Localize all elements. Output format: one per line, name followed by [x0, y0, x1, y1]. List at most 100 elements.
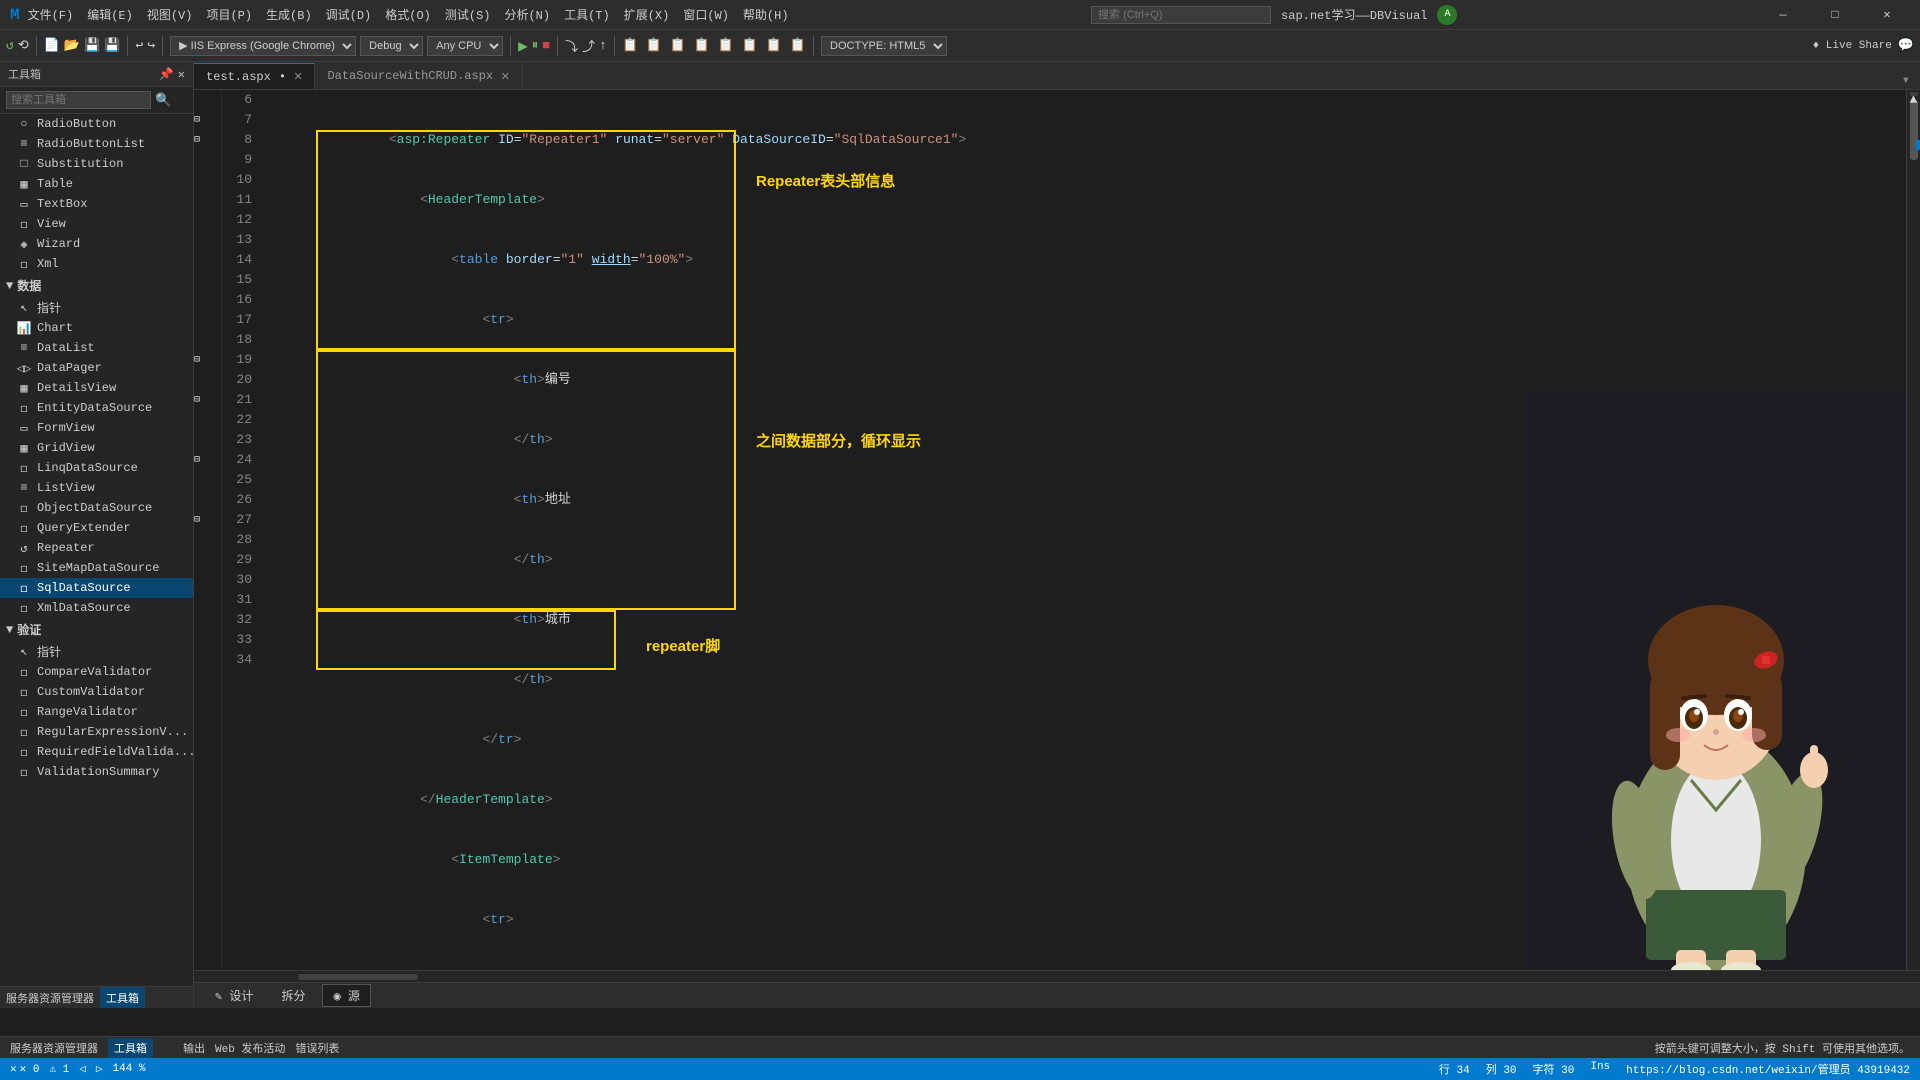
sidebar-close-icon[interactable]: ✕ [178, 67, 185, 82]
sidebar-item-sqldatasource[interactable]: ◻ SqlDataSource [0, 578, 193, 598]
menu-file[interactable]: 文件(F) [28, 6, 74, 23]
scrollbar-vertical[interactable]: ▲ [1906, 90, 1920, 970]
toolbar-saveall[interactable]: 💾 [104, 38, 120, 53]
doctype-dropdown[interactable]: DOCTYPE: HTML5 [821, 36, 947, 56]
sidebar-item-listview[interactable]: ≡ ListView [0, 478, 193, 498]
play-button[interactable]: ▶ [518, 36, 528, 56]
search-icon[interactable]: 🔍 [155, 93, 171, 108]
sidebar-controls[interactable]: 📌 ✕ [159, 67, 185, 82]
collapse-icon-19[interactable]: ⊟ [194, 354, 200, 366]
toolbar-step3[interactable]: ↑ [599, 38, 607, 53]
iis-express-dropdown[interactable]: ▶ IIS Express (Google Chrome) [170, 36, 356, 56]
toolbar-step1[interactable]: ⤵ [565, 36, 578, 55]
sidebar-item-datapager[interactable]: ◁▷ DataPager [0, 358, 193, 378]
tab-design[interactable]: ✎ 设计 [204, 984, 264, 1007]
pause-button[interactable]: ⏸ [532, 38, 539, 53]
collapse-icon-21[interactable]: ⊟ [194, 394, 200, 406]
sidebar-item-formview[interactable]: ▭ FormView [0, 418, 193, 438]
sidebar-item-sitemapdatasource[interactable]: ◻ SiteMapDataSource [0, 558, 193, 578]
output-tab-publish[interactable]: Web 发布活动 [215, 1040, 285, 1056]
gutter-line-21[interactable]: ⊟ [194, 390, 208, 410]
minimize-button[interactable]: — [1760, 0, 1806, 30]
tab-split[interactable]: 拆分 [270, 984, 316, 1007]
window-controls[interactable]: — □ ✕ [1760, 0, 1910, 30]
menu-project[interactable]: 项目(P) [206, 6, 252, 23]
collapse-icon-7[interactable]: ⊟ [194, 114, 200, 126]
toolbar-save[interactable]: 💾 [84, 38, 100, 53]
menu-debug[interactable]: 调试(D) [326, 6, 372, 23]
code-editor[interactable]: Repeater表头部信息 之间数据部分，循环显示 repeater脚 <asp… [256, 90, 1906, 970]
group-data[interactable]: ▼ 数据 [0, 274, 193, 297]
collapse-icon-24[interactable]: ⊟ [194, 454, 200, 466]
menu-analyze[interactable]: 分析(N) [504, 6, 550, 23]
sidebar-item-pointer-data[interactable]: ↖ 指针 [0, 297, 193, 318]
toolbar-open[interactable]: 📂 [64, 38, 80, 53]
sidebar-item-chart[interactable]: 📊 Chart [0, 318, 193, 338]
live-share-button[interactable]: ♦ Live Share [1813, 40, 1892, 52]
search-toolbox-input[interactable] [6, 91, 151, 109]
sidebar-item-repeater[interactable]: ↺ Repeater [0, 538, 193, 558]
output-tab-errors[interactable]: 错误列表 [295, 1040, 339, 1056]
sidebar-item-table[interactable]: ▦ Table [0, 174, 193, 194]
tab-bar-controls[interactable]: ▾ [1902, 72, 1920, 89]
tab-datasourcewithcrud[interactable]: DataSourceWithCRUD.aspx ✕ [315, 63, 522, 89]
gutter-line-19[interactable]: ⊟ [194, 350, 208, 370]
sidebar-item-datalist[interactable]: ≡ DataList [0, 338, 193, 358]
tab-source[interactable]: ◉ 源 [322, 984, 370, 1007]
sidebar-item-view[interactable]: ◻ View [0, 214, 193, 234]
stop-button[interactable]: ■ [542, 38, 550, 53]
status-nav-right[interactable]: ▷ [96, 1062, 103, 1076]
toolbar-step2[interactable]: ⤴ [582, 36, 595, 55]
toolbar-redo[interactable]: ↪ [147, 38, 155, 53]
collapse-icon-27[interactable]: ⊟ [194, 514, 200, 526]
menu-extensions[interactable]: 扩展(X) [624, 6, 670, 23]
sidebar-item-comparevalidator[interactable]: ◻ CompareValidator [0, 662, 193, 682]
status-nav-left[interactable]: ◁ [79, 1062, 86, 1076]
menu-test[interactable]: 测试(S) [445, 6, 491, 23]
sidebar-item-gridview[interactable]: ▦ GridView [0, 438, 193, 458]
sidebar-pin-icon[interactable]: 📌 [159, 67, 174, 82]
gutter-line-24[interactable]: ⊟ [194, 450, 208, 470]
scrollbar-horizontal[interactable] [194, 970, 1920, 982]
sidebar-item-rangevalidator[interactable]: ◻ RangeValidator [0, 702, 193, 722]
search-input[interactable] [1091, 6, 1271, 24]
output-tab-toolbox[interactable]: 工具箱 [108, 1038, 153, 1058]
menu-window[interactable]: 窗口(W) [683, 6, 729, 23]
maximize-button[interactable]: □ [1812, 0, 1858, 30]
gutter-line-7[interactable]: ⊟ [194, 110, 208, 130]
toolbar-new[interactable]: 📄 [44, 38, 60, 53]
sidebar-item-xmldatasource[interactable]: ◻ XmlDataSource [0, 598, 193, 618]
sidebar-item-requiredfieldvalidator[interactable]: ◻ RequiredFieldValida... [0, 742, 193, 762]
sidebar-item-regexvalidator[interactable]: ◻ RegularExpressionV... [0, 722, 193, 742]
sidebar-item-wizard[interactable]: ◈ Wizard [0, 234, 193, 254]
menu-help[interactable]: 帮助(H) [743, 6, 789, 23]
sidebar-item-linqdatasource[interactable]: ◻ LinqDataSource [0, 458, 193, 478]
sidebar-item-entitydatasource[interactable]: ◻ EntityDataSource [0, 398, 193, 418]
tab-testaspx[interactable]: test.aspx • ✕ [194, 63, 315, 89]
menu-bar[interactable]: 文件(F) 编辑(E) 视图(V) 项目(P) 生成(B) 调试(D) 格式(O… [28, 6, 789, 23]
sidebar-item-queryextender[interactable]: ◻ QueryExtender [0, 518, 193, 538]
menu-edit[interactable]: 编辑(E) [87, 6, 133, 23]
scroll-thumb[interactable] [1910, 100, 1918, 160]
group-validation[interactable]: ▼ 验证 [0, 618, 193, 641]
sidebar-item-pointer-validation[interactable]: ↖ 指针 [0, 641, 193, 662]
sidebar-item-detailsview[interactable]: ▦ DetailsView [0, 378, 193, 398]
sidebar-item-objectdatasource[interactable]: ◻ ObjectDataSource [0, 498, 193, 518]
sidebar-item-substitution[interactable]: □ Substitution [0, 154, 193, 174]
debug-dropdown[interactable]: Debug [360, 36, 423, 56]
gutter-line-8[interactable]: ⊟ [194, 130, 208, 150]
toolbar-undo[interactable]: ↺ [6, 38, 14, 53]
output-tab-server-explorer[interactable]: 服务器资源管理器 [10, 1040, 98, 1056]
menu-view[interactable]: 视图(V) [147, 6, 193, 23]
sidebar-item-validationsummary[interactable]: ◻ ValidationSummary [0, 762, 193, 782]
server-explorer-tab[interactable]: 服务器资源管理器 [0, 990, 100, 1006]
tab-close-button2[interactable]: ✕ [501, 68, 509, 85]
collapse-icon-8[interactable]: ⊟ [194, 134, 200, 146]
sidebar-item-radiobuttonlist[interactable]: ≡ RadioButtonList [0, 134, 193, 154]
sidebar-item-textbox[interactable]: ▭ TextBox [0, 194, 193, 214]
gutter-line-27[interactable]: ⊟ [194, 510, 208, 530]
cpu-dropdown[interactable]: Any CPU [427, 36, 503, 56]
sidebar-item-customvalidator[interactable]: ◻ CustomValidator [0, 682, 193, 702]
output-tab-output[interactable]: 输出 [183, 1040, 205, 1056]
tab-list-button[interactable]: ▾ [1902, 72, 1910, 89]
